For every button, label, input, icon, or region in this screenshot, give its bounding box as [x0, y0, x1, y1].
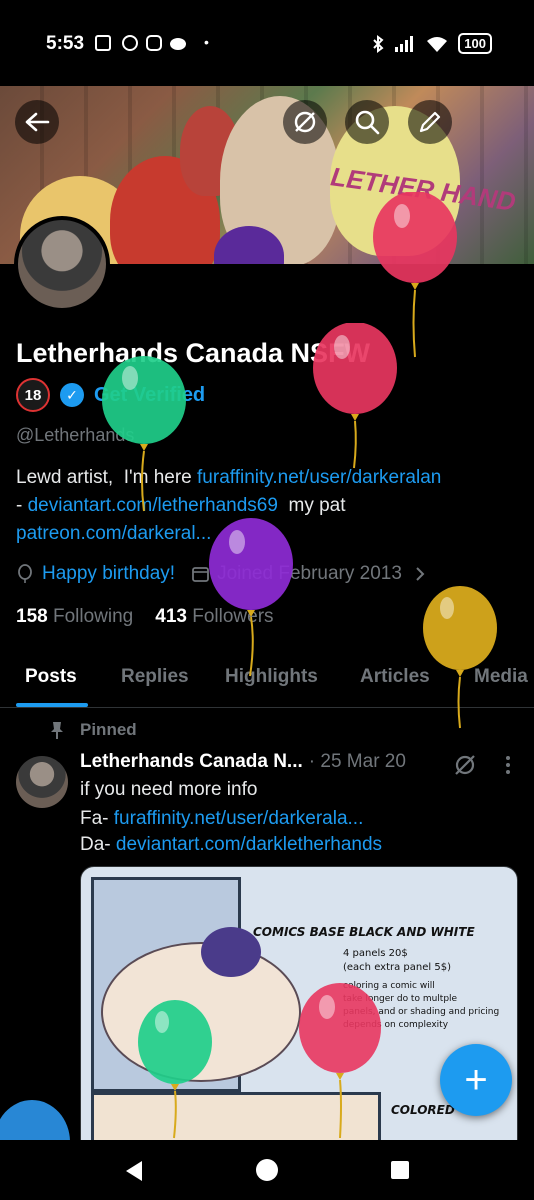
- following-count: 158: [16, 606, 48, 627]
- post-link-deviantart[interactable]: deviantart.com/darkletherhands: [116, 834, 382, 855]
- grok-post-icon[interactable]: [452, 752, 478, 778]
- post-date[interactable]: · 25 Mar 20: [309, 751, 406, 773]
- balloon-gold: [423, 586, 497, 729]
- post-header: Letherhands Canada N... · 25 Mar 20: [80, 751, 406, 773]
- back-arrow-icon: [25, 112, 50, 132]
- balloon-green: [138, 1000, 212, 1139]
- following-link[interactable]: 158 Following: [16, 606, 133, 628]
- home-nav-icon[interactable]: [255, 1158, 279, 1182]
- edit-button[interactable]: [408, 100, 452, 144]
- post-author-name[interactable]: Letherhands Canada N...: [80, 751, 303, 773]
- pencil-icon: [419, 111, 441, 133]
- notification-icons: •: [94, 34, 209, 52]
- chevron-right-icon[interactable]: [412, 565, 428, 583]
- pin-icon: [51, 722, 63, 739]
- balloon-red: [299, 983, 381, 1139]
- reddit-icon: [170, 38, 186, 50]
- back-button[interactable]: [15, 100, 59, 144]
- status-time: 5:53: [46, 33, 85, 54]
- following-label: Following: [52, 606, 134, 627]
- tab-replies[interactable]: Replies: [121, 666, 189, 688]
- pinned-indicator: Pinned: [48, 720, 137, 740]
- post-text-line: if you need more info: [80, 779, 258, 800]
- balloon-green: [102, 356, 186, 512]
- balloon-purple: [209, 518, 293, 677]
- more-options-icon[interactable]: [500, 754, 516, 776]
- back-nav-icon[interactable]: [122, 1159, 146, 1183]
- image-heading: COMICS BASE BLACK AND WHITE: [253, 925, 475, 939]
- birthday-link[interactable]: Happy birthday!: [42, 563, 175, 585]
- balloon-red: [313, 323, 397, 469]
- comic-character: [201, 927, 261, 977]
- bluetooth-icon: [373, 34, 384, 53]
- profile-avatar[interactable]: [14, 216, 110, 312]
- age-restriction-badge: 18: [16, 378, 50, 412]
- post-text-line: Fa- furaffinity.net/user/darkerala...: [80, 808, 363, 830]
- post-author-avatar[interactable]: [16, 756, 68, 808]
- bio-link-patreon[interactable]: patreon.com/darkeral...: [16, 523, 211, 544]
- system-navigation-bar: [0, 1140, 534, 1200]
- notification-icons-svg: [95, 35, 186, 51]
- balloon-blue: [0, 1100, 70, 1140]
- recents-nav-icon[interactable]: [390, 1160, 410, 1180]
- active-tab-indicator: [16, 703, 88, 707]
- followers-count: 413: [155, 606, 187, 627]
- bio-text: my pat: [277, 495, 346, 516]
- instagram-icon: [146, 35, 162, 51]
- grok-icon: [294, 111, 316, 133]
- app-icon: [95, 35, 111, 51]
- wifi-icon: [427, 36, 448, 52]
- system-icons: 100: [371, 33, 492, 54]
- bio-text: -: [16, 495, 28, 516]
- grok-button[interactable]: [283, 100, 327, 144]
- status-bar: 5:53 • 100: [0, 0, 534, 86]
- search-icon: [355, 110, 380, 135]
- compose-post-button[interactable]: +: [440, 1044, 512, 1116]
- image-price: 4 panels 20$: [343, 948, 408, 959]
- image-colored-label: COLORED: [391, 1103, 455, 1117]
- verified-badge-icon[interactable]: ✓: [60, 383, 84, 407]
- signal-icon: [395, 35, 414, 52]
- tab-posts[interactable]: Posts: [25, 666, 77, 688]
- battery-indicator: 100: [458, 33, 492, 54]
- post-text-prefix: Da-: [80, 834, 116, 855]
- image-price: (each extra panel 5$): [343, 962, 451, 973]
- search-button[interactable]: [345, 100, 389, 144]
- balloon-icon: [18, 564, 32, 583]
- pinned-label: Pinned: [80, 720, 137, 739]
- post-text-line: Da- deviantart.com/darkletherhands: [80, 834, 382, 856]
- post-text-prefix: Fa-: [80, 808, 114, 829]
- post-link-furaffinity[interactable]: furaffinity.net/user/darkerala...: [114, 808, 364, 829]
- alarm-icon: [122, 35, 138, 51]
- more-notifications-icon: •: [204, 34, 209, 50]
